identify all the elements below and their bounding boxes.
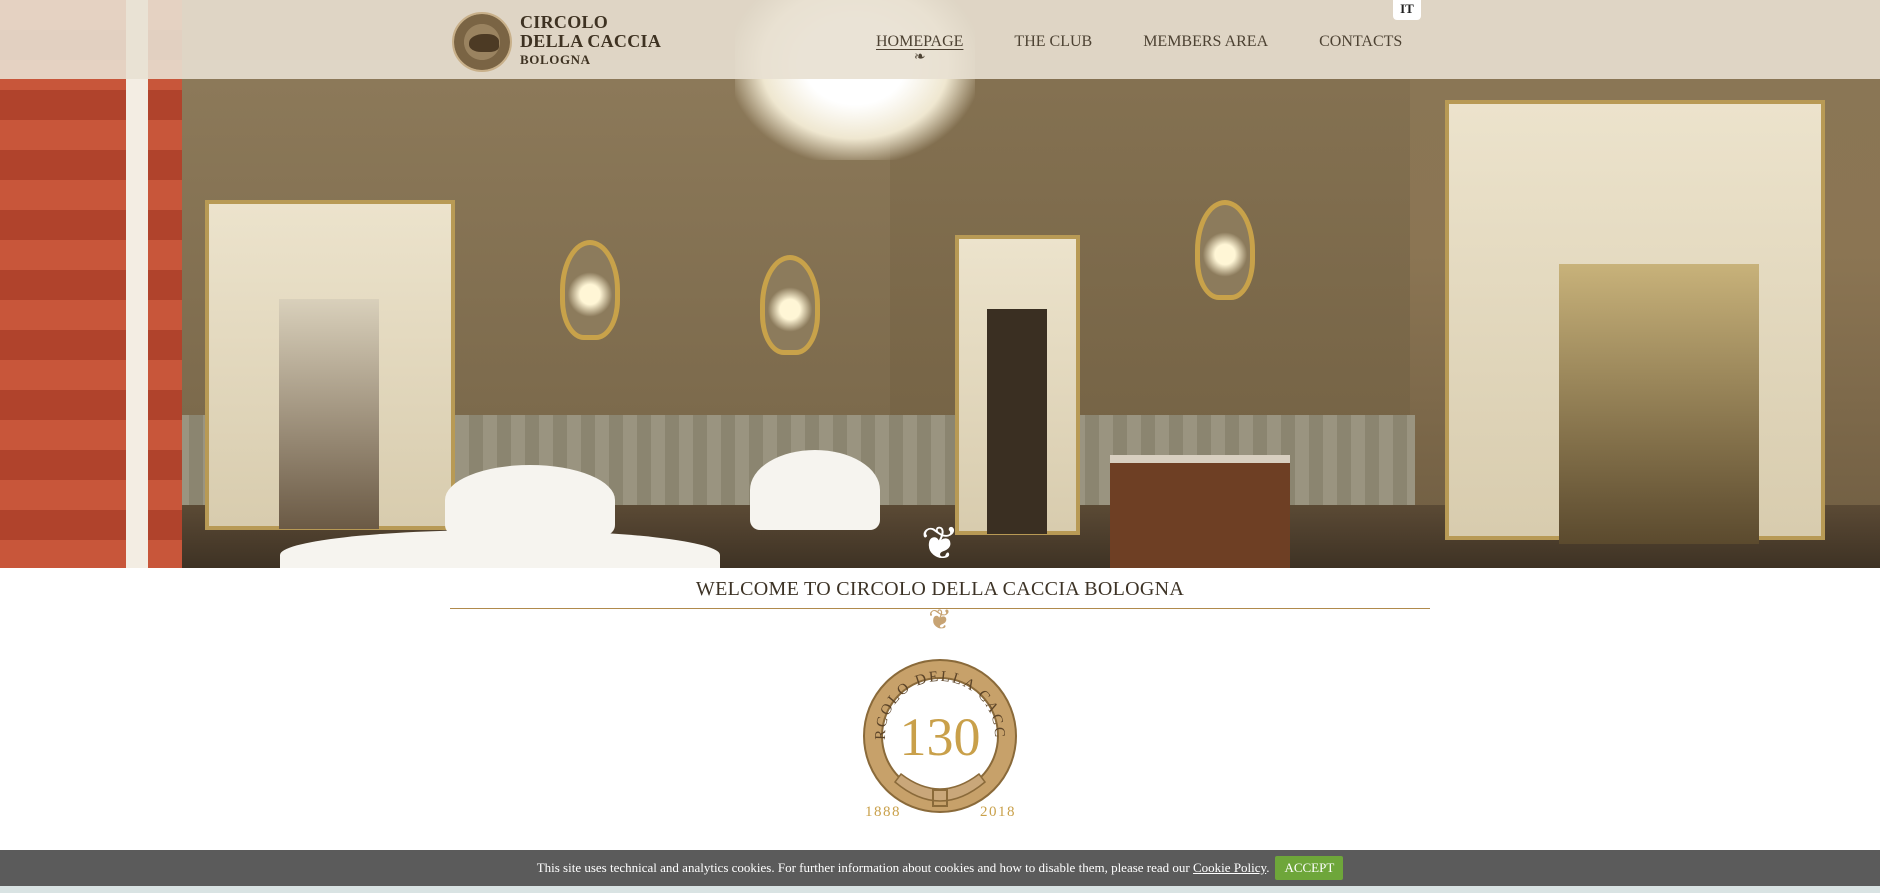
nav-item-members-area[interactable]: MEMBERS AREA	[1143, 32, 1268, 52]
cookie-banner: This site uses technical and analytics c…	[0, 850, 1880, 886]
badge-number: 130	[900, 707, 981, 767]
welcome-heading: WELCOME TO CIRCOLO DELLA CACCIA BOLOGNA	[695, 578, 1185, 600]
main-nav: HOMEPAGE ❧ THE CLUB MEMBERS AREA CONTACT…	[876, 32, 1402, 65]
nav-item-contacts[interactable]: CONTACTS	[1319, 32, 1402, 52]
logo-line-3: BOLOGNA	[520, 52, 591, 67]
dining-table	[750, 450, 880, 530]
anniversary-badge: CIRCOLO DELLA CACCIA 130 1888 2018	[855, 652, 1025, 824]
logo-text: CIRCOLO DELLA CACCIA BOLOGNA	[520, 13, 661, 69]
accept-cookies-button[interactable]: ACCEPT	[1275, 856, 1344, 880]
site-header: CIRCOLO DELLA CACCIA BOLOGNA HOMEPAGE ❧ …	[0, 0, 1880, 79]
logo-line-1: CIRCOLO	[520, 12, 609, 32]
nav-item-label: CONTACTS	[1319, 33, 1403, 50]
sideboard	[1110, 455, 1290, 568]
cookie-punctuation: .	[1266, 860, 1270, 875]
flourish-ornament-icon: ❦	[920, 518, 960, 568]
logo-emblem-icon	[452, 12, 512, 72]
badge-year-start: 1888	[865, 804, 901, 820]
flourish-ornament-icon: ❦	[928, 605, 952, 636]
logo-line-2: DELLA CACCIA	[520, 31, 662, 51]
curtain	[0, 0, 182, 568]
scroll-strip	[0, 886, 1880, 893]
wall-sconce	[1195, 200, 1255, 300]
doorway	[205, 200, 455, 530]
nav-item-label: MEMBERS AREA	[1143, 33, 1269, 50]
doorway	[955, 235, 1080, 535]
nav-item-the-club[interactable]: THE CLUB	[1014, 32, 1092, 52]
wall-sconce	[760, 255, 820, 355]
language-toggle-button[interactable]: IT	[1393, 0, 1421, 20]
cookie-message: This site uses technical and analytics c…	[537, 860, 1270, 876]
curtain-sheer	[126, 0, 148, 568]
nav-item-homepage[interactable]: HOMEPAGE ❧	[876, 32, 963, 65]
cookie-message-text: This site uses technical and analytics c…	[536, 860, 1190, 875]
site-logo[interactable]: CIRCOLO DELLA CACCIA BOLOGNA	[452, 12, 662, 74]
active-flourish-icon: ❧	[913, 50, 926, 65]
nav-item-label: THE CLUB	[1014, 33, 1093, 50]
doorway	[1445, 100, 1825, 544]
wall-sconce	[560, 240, 620, 340]
badge-year-end: 2018	[980, 804, 1016, 820]
hero-image: ❦	[0, 0, 1880, 568]
dining-table	[445, 465, 615, 535]
cookie-policy-link[interactable]: Cookie Policy	[1193, 860, 1266, 875]
